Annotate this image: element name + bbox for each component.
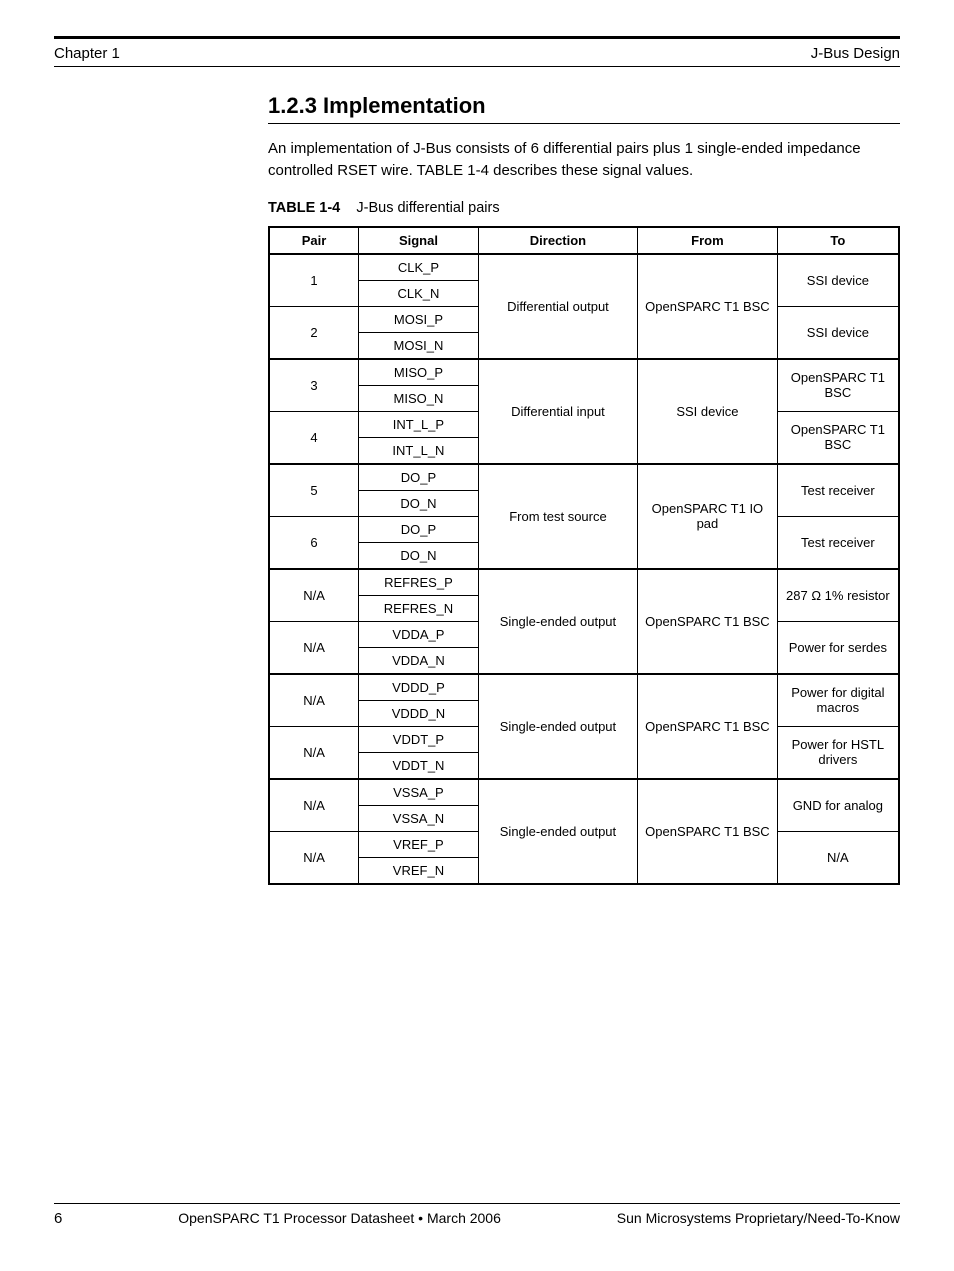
cell-direction: Single-ended output (478, 779, 637, 884)
table-row: N/AREFRES_PSingle-ended outputOpenSPARC … (269, 569, 899, 596)
col-pair: Pair (269, 227, 359, 254)
cell-to: 287 Ω 1% resistor (777, 569, 899, 622)
cell-direction: From test source (478, 464, 637, 569)
cell-to: OpenSPARC T1 BSC (777, 411, 899, 464)
caption-text: J-Bus differential pairs (356, 200, 499, 216)
cell-signal: VDDA_P (359, 621, 479, 647)
cell-signal: VDDT_N (359, 752, 479, 779)
col-from: From (638, 227, 778, 254)
page: Chapter 1 J-Bus Design 1.2.3 Implementat… (0, 36, 954, 1271)
cell-pair: 1 (269, 254, 359, 307)
cell-to: Power for serdes (777, 621, 899, 674)
cell-direction: Single-ended output (478, 569, 637, 674)
col-to: To (777, 227, 899, 254)
table-row: 1CLK_PDifferential outputOpenSPARC T1 BS… (269, 254, 899, 281)
cell-signal: MISO_N (359, 385, 479, 411)
cell-pair: 4 (269, 411, 359, 464)
cell-direction: Differential input (478, 359, 637, 464)
section-rule (268, 123, 900, 124)
cell-pair: N/A (269, 621, 359, 674)
cell-signal: MOSI_N (359, 332, 479, 359)
cell-signal: CLK_N (359, 280, 479, 306)
cell-signal: REFRES_N (359, 595, 479, 621)
cell-signal: VDDD_P (359, 674, 479, 701)
cell-signal: VDDA_N (359, 647, 479, 674)
cell-pair: 3 (269, 359, 359, 412)
col-direction: Direction (478, 227, 637, 254)
cell-signal: VSSA_P (359, 779, 479, 806)
table-row: 3MISO_PDifferential inputSSI deviceOpenS… (269, 359, 899, 386)
cell-signal: VDDT_P (359, 726, 479, 752)
col-signal: Signal (359, 227, 479, 254)
cell-signal: DO_P (359, 464, 479, 491)
section-paragraph: An implementation of J-Bus consists of 6… (268, 138, 900, 182)
cell-signal: DO_N (359, 490, 479, 516)
cell-pair: 5 (269, 464, 359, 517)
cell-signal: INT_L_N (359, 437, 479, 464)
cell-direction: Differential output (478, 254, 637, 359)
cell-signal: REFRES_P (359, 569, 479, 596)
cell-to: N/A (777, 831, 899, 884)
cell-pair: N/A (269, 674, 359, 727)
spec-table: Pair Signal Direction From To 1CLK_PDiff… (268, 226, 900, 885)
cell-signal: MOSI_P (359, 306, 479, 332)
cell-signal: DO_N (359, 542, 479, 569)
cell-to: GND for analog (777, 779, 899, 832)
cell-to: Power for digital macros (777, 674, 899, 727)
cell-from: OpenSPARC T1 BSC (638, 254, 778, 359)
header-left: Chapter 1 (54, 45, 120, 62)
cell-pair: 2 (269, 306, 359, 359)
cell-from: OpenSPARC T1 BSC (638, 569, 778, 674)
cell-signal: VDDD_N (359, 700, 479, 726)
cell-signal: VREF_P (359, 831, 479, 857)
caption-label: TABLE 1-4 (268, 200, 340, 216)
cell-from: OpenSPARC T1 BSC (638, 779, 778, 884)
footer-rule (54, 1203, 900, 1204)
footer-title: OpenSPARC T1 Processor Datasheet • March… (178, 1210, 501, 1227)
cell-signal: VREF_N (359, 857, 479, 884)
cell-direction: Single-ended output (478, 674, 637, 779)
running-header: Chapter 1 J-Bus Design (54, 39, 900, 66)
section-title: 1.2.3 Implementation (268, 93, 900, 119)
cell-pair: N/A (269, 569, 359, 622)
table-row: N/AVDDD_PSingle-ended outputOpenSPARC T1… (269, 674, 899, 701)
cell-pair: 6 (269, 516, 359, 569)
table-header-row: Pair Signal Direction From To (269, 227, 899, 254)
cell-to: OpenSPARC T1 BSC (777, 359, 899, 412)
cell-signal: MISO_P (359, 359, 479, 386)
cell-pair: N/A (269, 831, 359, 884)
cell-to: Test receiver (777, 464, 899, 517)
cell-to: Test receiver (777, 516, 899, 569)
header-right: J-Bus Design (811, 45, 900, 62)
cell-pair: N/A (269, 779, 359, 832)
cell-to: SSI device (777, 254, 899, 307)
table-row: 5DO_PFrom test sourceOpenSPARC T1 IO pad… (269, 464, 899, 491)
content-area: 1.2.3 Implementation An implementation o… (268, 93, 900, 885)
cell-signal: VSSA_N (359, 805, 479, 831)
cell-pair: N/A (269, 726, 359, 779)
footer: 6 OpenSPARC T1 Processor Datasheet • Mar… (54, 1203, 900, 1227)
table-row: N/AVSSA_PSingle-ended outputOpenSPARC T1… (269, 779, 899, 806)
cell-from: OpenSPARC T1 BSC (638, 674, 778, 779)
cell-from: OpenSPARC T1 IO pad (638, 464, 778, 569)
header-underline (54, 66, 900, 67)
cell-signal: DO_P (359, 516, 479, 542)
cell-signal: INT_L_P (359, 411, 479, 437)
footer-right: Sun Microsystems Proprietary/Need-To-Kno… (617, 1210, 900, 1227)
cell-signal: CLK_P (359, 254, 479, 281)
page-number: 6 (54, 1210, 62, 1227)
table-caption: TABLE 1-4 J-Bus differential pairs (268, 200, 900, 216)
cell-to: Power for HSTL drivers (777, 726, 899, 779)
cell-from: SSI device (638, 359, 778, 464)
cell-to: SSI device (777, 306, 899, 359)
